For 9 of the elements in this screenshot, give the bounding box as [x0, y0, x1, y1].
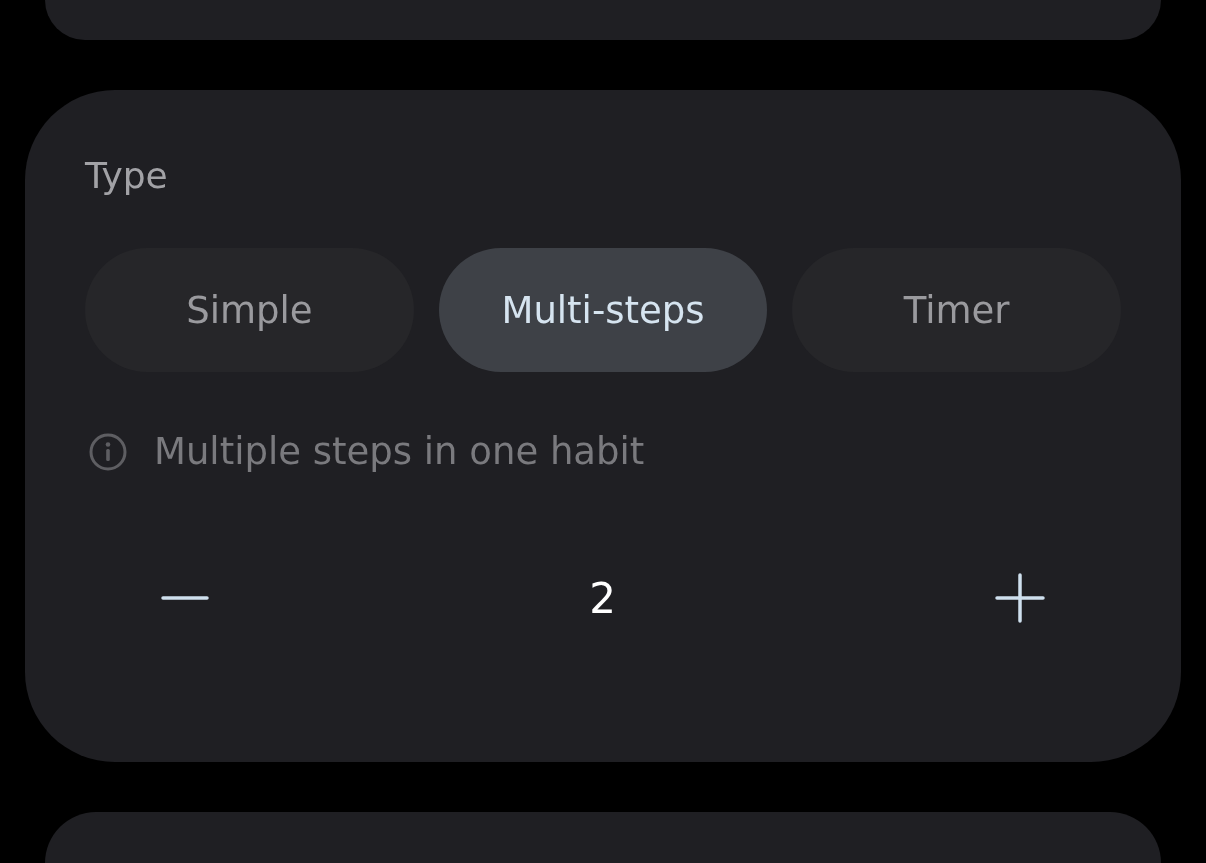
- plus-icon: [995, 573, 1045, 623]
- step-count: 2: [589, 573, 616, 623]
- type-option[interactable]: Multi-steps: [438, 248, 768, 372]
- section-label: Type: [85, 154, 168, 198]
- minus-icon: [161, 596, 209, 600]
- type-option[interactable]: Timer: [792, 248, 1121, 372]
- hint-text: Multiple steps in one habit: [154, 429, 645, 475]
- info-icon: [88, 432, 128, 472]
- type-option[interactable]: Simple: [85, 248, 414, 372]
